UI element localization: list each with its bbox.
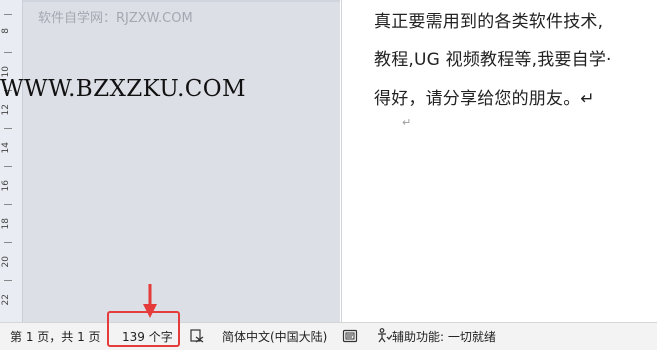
- ruler-label: 14: [1, 142, 11, 154]
- ruler-label: 12: [1, 104, 11, 116]
- word-count[interactable]: 139 个字: [122, 329, 173, 345]
- ruler-label: 18: [1, 218, 11, 230]
- document-line[interactable]: 教程,UG 视频教程等,我要自学·: [374, 50, 657, 70]
- red-arrow-icon: [143, 284, 157, 318]
- language-indicator[interactable]: 简体中文(中国大陆): [222, 329, 327, 345]
- document-line[interactable]: 得好，请分享给您的朋友。↵: [374, 89, 657, 109]
- document-line[interactable]: 真正要需用到的各类软件技术,: [374, 12, 657, 32]
- ruler-label: 8: [1, 28, 11, 34]
- proofing-icon[interactable]: [189, 328, 205, 344]
- ruler-label: 22: [1, 294, 11, 306]
- document-margin: [23, 0, 340, 322]
- document-page[interactable]: 真正要需用到的各类软件技术, 教程,UG 视频教程等,我要自学· 得好，请分享给…: [341, 0, 657, 322]
- ruler-tick: [4, 128, 12, 129]
- ruler-tick: [4, 280, 12, 281]
- watermark-small: 软件自学网：RJZXW.COM: [38, 11, 193, 26]
- focus-mode-icon[interactable]: [342, 328, 358, 344]
- vertical-ruler[interactable]: 8 10 12 14 16 18 20 22: [0, 0, 23, 322]
- ruler-tick: [4, 166, 12, 167]
- accessibility-status[interactable]: 辅助功能: 一切就绪: [392, 329, 496, 345]
- status-bar: 第 1 页，共 1 页 139 个字 简体中文(中国大陆) 辅助功能: 一切就绪: [0, 322, 657, 350]
- ruler-tick: [4, 204, 12, 205]
- ruler-tick: [4, 52, 12, 53]
- ruler-tick: [4, 14, 12, 15]
- accessibility-icon[interactable]: [376, 327, 393, 343]
- margin-top-divider: [23, 0, 340, 2]
- page-count[interactable]: 第 1 页，共 1 页: [10, 329, 101, 345]
- paragraph-mark-icon: ↵: [402, 116, 412, 129]
- word-window: 8 10 12 14 16 18 20 22 软件自学网：RJZXW.COM W…: [0, 0, 657, 350]
- watermark-large: WWW.BZXZKU.COM: [0, 76, 246, 102]
- ruler-tick: [4, 242, 12, 243]
- ruler-label: 16: [1, 180, 11, 192]
- ruler-label: 20: [1, 256, 11, 268]
